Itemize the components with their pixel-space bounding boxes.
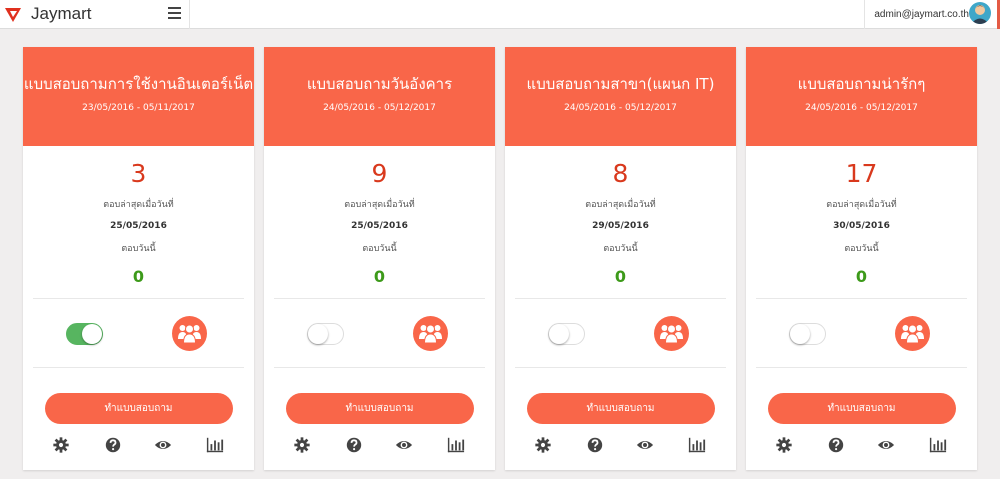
bar-chart-icon[interactable] bbox=[205, 436, 225, 454]
question-circle-icon[interactable] bbox=[344, 436, 364, 454]
card-action-icons bbox=[264, 436, 495, 466]
last-answered-date: 25/05/2016 bbox=[110, 221, 167, 231]
survey-date-range: 23/05/2016 - 05/11/2017 bbox=[82, 103, 195, 113]
survey-title: แบบสอบถามน่ารักๆ bbox=[797, 75, 926, 93]
divider bbox=[274, 367, 485, 368]
card-controls bbox=[505, 299, 736, 367]
toggle-knob bbox=[82, 324, 102, 344]
last-answered-date: 30/05/2016 bbox=[833, 221, 890, 231]
survey-date-range: 24/05/2016 - 05/12/2017 bbox=[564, 103, 677, 113]
active-toggle[interactable] bbox=[548, 323, 585, 345]
bar-chart-icon[interactable] bbox=[687, 436, 707, 454]
survey-date-range: 24/05/2016 - 05/12/2017 bbox=[323, 103, 436, 113]
last-answered-label: ตอบล่าสุดเมื่อวันที่ bbox=[103, 200, 174, 210]
active-toggle[interactable] bbox=[789, 323, 826, 345]
response-count: 9 bbox=[371, 159, 388, 188]
toggle-knob bbox=[549, 324, 569, 344]
gear-icon[interactable] bbox=[533, 436, 553, 454]
answered-today-label: ตอบวันนี้ bbox=[603, 244, 638, 254]
survey-title: แบบสอบถามการใช้งานอินเตอร์เน็ต bbox=[23, 75, 254, 93]
hamburger-icon[interactable] bbox=[168, 7, 181, 19]
users-group-icon[interactable] bbox=[172, 316, 207, 351]
brand-name[interactable]: Jaymart bbox=[31, 4, 91, 24]
response-count: 8 bbox=[612, 159, 629, 188]
gear-icon[interactable] bbox=[774, 436, 794, 454]
active-toggle[interactable] bbox=[307, 323, 344, 345]
card-controls bbox=[264, 299, 495, 367]
user-email[interactable]: admin@jaymart.co.th bbox=[874, 9, 969, 20]
gear-icon[interactable] bbox=[292, 436, 312, 454]
take-survey-button[interactable]: ทำแบบสอบถาม bbox=[44, 393, 233, 424]
survey-card-2: แบบสอบถามวันอังคาร 24/05/2016 - 05/12/20… bbox=[264, 47, 495, 470]
gear-icon[interactable] bbox=[51, 436, 71, 454]
survey-card-header: แบบสอบถามน่ารักๆ 24/05/2016 - 05/12/2017 bbox=[746, 47, 977, 146]
question-circle-icon[interactable] bbox=[826, 436, 846, 454]
survey-title: แบบสอบถามสาขา(แผนก IT) bbox=[526, 75, 715, 93]
user-avatar-icon[interactable] bbox=[969, 2, 991, 24]
last-answered-date: 25/05/2016 bbox=[351, 221, 408, 231]
answered-today-count: 0 bbox=[132, 267, 145, 286]
answered-today-count: 0 bbox=[614, 267, 627, 286]
eye-icon[interactable] bbox=[876, 436, 896, 454]
brand-area: Jaymart bbox=[0, 0, 190, 29]
card-action-icons bbox=[505, 436, 736, 466]
survey-card-header: แบบสอบถามสาขา(แผนก IT) 24/05/2016 - 05/1… bbox=[505, 47, 736, 146]
survey-card-1: แบบสอบถามการใช้งานอินเตอร์เน็ต 23/05/201… bbox=[23, 47, 254, 470]
users-group-icon[interactable] bbox=[413, 316, 448, 351]
users-group-icon[interactable] bbox=[895, 316, 930, 351]
eye-icon[interactable] bbox=[153, 436, 173, 454]
top-bar: Jaymart admin@jaymart.co.th bbox=[0, 0, 1000, 29]
take-survey-button[interactable]: ทำแบบสอบถาม bbox=[767, 393, 956, 424]
question-circle-icon[interactable] bbox=[103, 436, 123, 454]
response-count: 17 bbox=[845, 159, 878, 188]
response-count: 3 bbox=[130, 159, 147, 188]
take-survey-button[interactable]: ทำแบบสอบถาม bbox=[285, 393, 474, 424]
survey-card-3: แบบสอบถามสาขา(แผนก IT) 24/05/2016 - 05/1… bbox=[505, 47, 736, 470]
toggle-knob bbox=[790, 324, 810, 344]
active-toggle[interactable] bbox=[66, 323, 103, 345]
card-controls bbox=[23, 299, 254, 367]
users-group-icon[interactable] bbox=[654, 316, 689, 351]
answered-today-label: ตอบวันนี้ bbox=[844, 244, 879, 254]
toggle-knob bbox=[308, 324, 328, 344]
survey-title: แบบสอบถามวันอังคาร bbox=[306, 75, 453, 93]
card-action-icons bbox=[746, 436, 977, 466]
last-answered-date: 29/05/2016 bbox=[592, 221, 649, 231]
answered-today-count: 0 bbox=[855, 267, 868, 286]
take-survey-button[interactable]: ทำแบบสอบถาม bbox=[526, 393, 715, 424]
divider bbox=[515, 367, 726, 368]
divider bbox=[756, 367, 967, 368]
answered-today-label: ตอบวันนี้ bbox=[121, 244, 156, 254]
eye-icon[interactable] bbox=[394, 436, 414, 454]
survey-card-4: แบบสอบถามน่ารักๆ 24/05/2016 - 05/12/2017… bbox=[746, 47, 977, 470]
last-answered-label: ตอบล่าสุดเมื่อวันที่ bbox=[585, 200, 656, 210]
answered-today-count: 0 bbox=[373, 267, 386, 286]
survey-card-header: แบบสอบถามการใช้งานอินเตอร์เน็ต 23/05/201… bbox=[23, 47, 254, 146]
last-answered-label: ตอบล่าสุดเมื่อวันที่ bbox=[344, 200, 415, 210]
survey-date-range: 24/05/2016 - 05/12/2017 bbox=[805, 103, 918, 113]
bar-chart-icon[interactable] bbox=[446, 436, 466, 454]
card-action-icons bbox=[23, 436, 254, 466]
user-menu[interactable]: admin@jaymart.co.th bbox=[864, 0, 1000, 29]
divider bbox=[33, 367, 244, 368]
jaymart-logo-icon[interactable] bbox=[4, 6, 22, 23]
question-circle-icon[interactable] bbox=[585, 436, 605, 454]
card-controls bbox=[746, 299, 977, 367]
answered-today-label: ตอบวันนี้ bbox=[362, 244, 397, 254]
survey-card-header: แบบสอบถามวันอังคาร 24/05/2016 - 05/12/20… bbox=[264, 47, 495, 146]
bar-chart-icon[interactable] bbox=[928, 436, 948, 454]
eye-icon[interactable] bbox=[635, 436, 655, 454]
last-answered-label: ตอบล่าสุดเมื่อวันที่ bbox=[826, 200, 897, 210]
